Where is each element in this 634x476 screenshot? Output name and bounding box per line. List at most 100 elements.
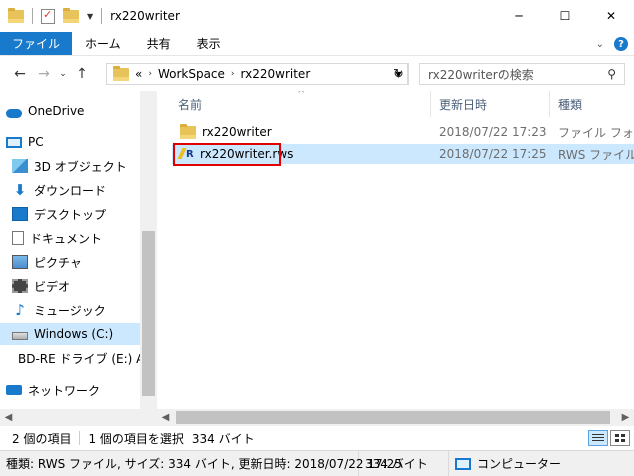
quick-access-toolbar: ▼ (0, 0, 103, 32)
sidebar-item-label: ドキュメント (30, 231, 103, 246)
up-arrow-icon[interactable]: ↑ (70, 62, 94, 86)
sidebar-item-onedrive[interactable]: OneDrive (6, 100, 84, 122)
navigation-bar: ← → ⌄ ↑ « › WorkSpace › rx220writer ▼ ↻ … (0, 57, 634, 91)
highlight-annotation (173, 143, 281, 166)
search-input[interactable]: rx220writerの検索 ⚲ (419, 63, 625, 85)
column-header-type[interactable]: 種類 (558, 91, 634, 117)
folder-icon[interactable] (8, 7, 24, 23)
sidebar-item-label: ネットワーク (28, 383, 101, 398)
sidebar-item-network[interactable]: ネットワーク (6, 379, 100, 401)
sidebar-item-documents[interactable]: ドキュメント (12, 227, 102, 249)
chevron-right-icon[interactable]: › (231, 69, 235, 79)
navigation-pane: OneDrive PC 3D オブジェクト ⬇ ダウンロード デスクトップ ドキ… (0, 91, 158, 409)
status-item-count: 2 個の項目 (12, 431, 72, 446)
refresh-icon[interactable]: ↻ (389, 63, 409, 85)
sidebar-item-label: ミュージック (34, 303, 106, 318)
minimize-button[interactable]: ─ (496, 0, 542, 32)
maximize-button[interactable]: ☐ (542, 0, 588, 32)
file-list: ^ 名前 更新日時 種類 rx220writer 2018/07/22 17:2… (160, 91, 634, 409)
column-divider[interactable] (549, 91, 550, 117)
scroll-left-icon[interactable]: ◀ (0, 409, 17, 426)
videos-icon (12, 279, 28, 293)
search-placeholder: rx220writerの検索 (428, 67, 534, 82)
new-folder-icon[interactable] (63, 7, 79, 23)
toolbar-separator (101, 8, 103, 24)
details-view-icon[interactable] (588, 430, 608, 446)
tab-view[interactable]: 表示 (184, 32, 234, 55)
table-row[interactable]: rx220writer 2018/07/22 17:23 ファイル フォルダー (172, 122, 634, 142)
breadcrumb-workspace[interactable]: WorkSpace (158, 67, 225, 81)
sidebar-item-pictures[interactable]: ピクチャ (12, 251, 82, 273)
file-name-cell: rx220writer (180, 122, 272, 142)
network-icon (6, 385, 22, 395)
sidebar-item-videos[interactable]: ビデオ (12, 275, 70, 297)
chevron-right-icon: › (148, 69, 152, 79)
sidebar-item-pc[interactable]: PC (6, 131, 44, 153)
documents-icon (12, 231, 24, 245)
sidebar-item-label: OneDrive (28, 104, 85, 118)
scrollbar-thumb[interactable] (142, 231, 155, 396)
location-label: コンピューター (477, 457, 562, 471)
forward-arrow-icon[interactable]: → (32, 62, 56, 86)
horizontal-scrollbar[interactable]: ◀ ◀ ▶ (0, 409, 634, 426)
status-bar: 2 個の項目 1 個の項目を選択 334 バイト (0, 426, 634, 450)
file-name: rx220writer (202, 125, 272, 139)
sidebar-item-bd-re-drive[interactable]: BD-RE ドライブ (E:) AE (12, 347, 140, 369)
large-icons-view-icon[interactable] (610, 430, 630, 446)
recent-locations-chevron-icon[interactable]: ⌄ (56, 62, 70, 86)
address-bar[interactable]: « › WorkSpace › rx220writer ▼ (106, 63, 408, 85)
music-icon: ♪ (15, 301, 25, 319)
tab-share[interactable]: 共有 (134, 32, 184, 55)
scroll-right-icon[interactable]: ▶ (617, 409, 634, 426)
onedrive-icon (6, 108, 22, 118)
sidebar-item-label: ダウンロード (34, 183, 107, 198)
download-icon: ⬇ (13, 181, 27, 199)
nav-pane-scrollbar[interactable] (140, 91, 157, 409)
folder-icon (180, 123, 196, 139)
details-text: 種類: RWS ファイル, サイズ: 334 バイト, 更新日時: 2018/0… (0, 450, 402, 476)
drive-icon (12, 331, 28, 340)
title-bar: ▼ rx220writer ─ ☐ ✕ (0, 0, 634, 32)
tab-file[interactable]: ファイル (0, 32, 73, 55)
3d-objects-icon (12, 159, 28, 173)
file-modified: 2018/07/22 17:23 (439, 125, 547, 139)
sidebar-item-downloads[interactable]: ⬇ ダウンロード (12, 179, 106, 201)
sidebar-item-label: ビデオ (34, 279, 71, 294)
help-icon[interactable]: ? (614, 37, 628, 51)
sidebar-item-label: BD-RE ドライブ (E:) AE (18, 351, 140, 366)
sidebar-item-label: デスクトップ (34, 207, 107, 222)
sidebar-item-label: ピクチャ (34, 255, 82, 270)
pc-icon (6, 136, 22, 148)
properties-icon[interactable] (41, 8, 55, 24)
breadcrumb-rx220writer[interactable]: rx220writer (241, 67, 311, 81)
column-header-modified[interactable]: 更新日時 (439, 91, 549, 117)
back-arrow-icon[interactable]: ← (8, 62, 32, 86)
toolbar-separator (32, 8, 33, 24)
sidebar-item-3d-objects[interactable]: 3D オブジェクト (12, 155, 127, 177)
sidebar-item-label: Windows (C:) (34, 327, 114, 341)
breadcrumb-overflow[interactable]: « (135, 67, 142, 81)
sidebar-item-label: PC (28, 135, 44, 149)
scrollbar-thumb[interactable] (176, 411, 610, 424)
details-bar: 種類: RWS ファイル, サイズ: 334 バイト, 更新日時: 2018/0… (0, 450, 634, 476)
sidebar-item-music[interactable]: ♪ ミュージック (12, 299, 106, 321)
column-header-name[interactable]: 名前 (178, 91, 428, 117)
file-type: ファイル フォルダー (558, 125, 634, 140)
sidebar-item-windows-c[interactable]: Windows (C:) (0, 323, 140, 345)
status-selection-size: 334 バイト (191, 431, 255, 446)
status-selection: 1 個の項目を選択 (88, 431, 184, 446)
expand-ribbon-icon[interactable]: ⌄ (596, 39, 604, 50)
close-button[interactable]: ✕ (588, 0, 634, 32)
search-icon[interactable]: ⚲ (607, 67, 616, 81)
scroll-left-icon[interactable]: ◀ (157, 409, 174, 426)
pictures-icon (12, 255, 28, 269)
computer-icon (455, 457, 471, 470)
folder-icon (113, 65, 129, 81)
window-title: rx220writer (110, 9, 180, 23)
sidebar-item-desktop[interactable]: デスクトップ (12, 203, 106, 225)
chevron-down-icon[interactable]: ▼ (87, 12, 93, 21)
tab-home[interactable]: ホーム (72, 32, 134, 55)
file-modified: 2018/07/22 17:25 (439, 147, 547, 161)
file-type: RWS ファイル (558, 147, 634, 162)
column-divider[interactable] (430, 91, 431, 117)
